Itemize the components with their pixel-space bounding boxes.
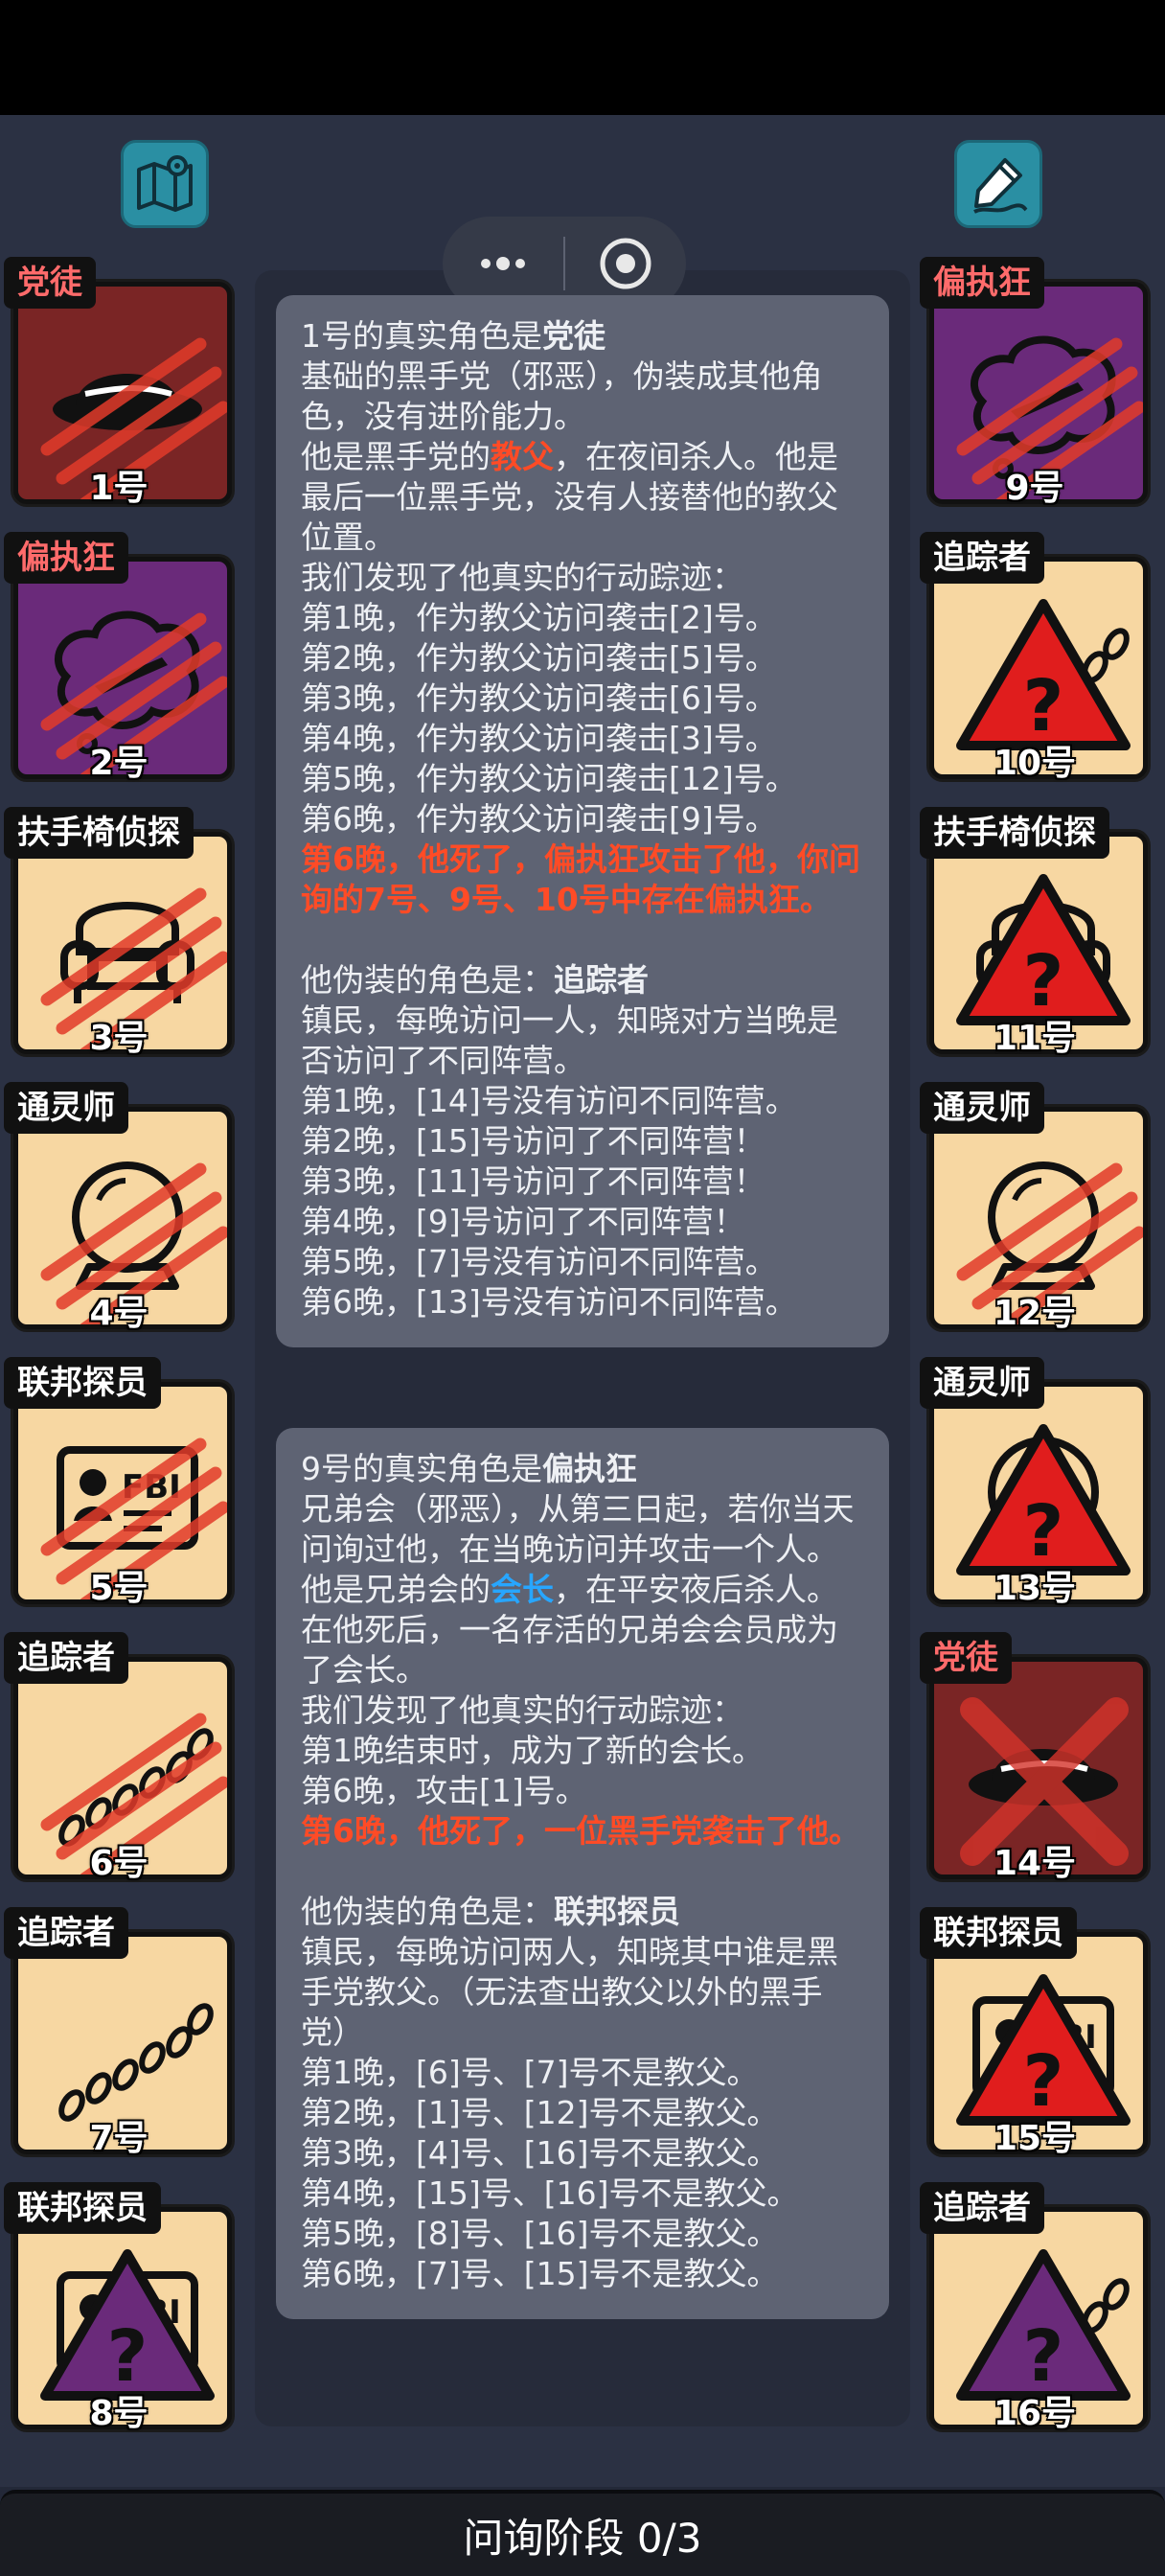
status-bar (0, 0, 1165, 115)
player-number: 5号 (89, 1569, 148, 1608)
target-close-icon (600, 238, 651, 289)
player-card[interactable]: 通灵师 12号 (920, 1082, 1150, 1339)
player-card[interactable]: FBI ?联邦探员15号 (920, 1907, 1150, 2164)
card-title: 1号的真实角色是党徒 (301, 317, 605, 355)
player-card[interactable]: ? 追踪者 16号 (920, 2182, 1150, 2439)
player-number: 10号 (993, 744, 1077, 783)
player-number: 4号 (89, 1294, 148, 1333)
role-tag: 追踪者 (4, 1632, 128, 1684)
role-tag: 追踪者 (920, 532, 1044, 584)
player-number: 9号 (1005, 469, 1064, 508)
role-status: 他是兄弟会的会长，在平安夜后杀人。在他死后，一名存活的兄弟会会员成为了会长。 (301, 1571, 838, 1689)
player-card[interactable]: 追踪者 7号 (4, 1907, 234, 2164)
disguise-description: 镇民，每晚访问两人，知晓其中谁是黑手党教父。（无法查出教父以外的黑手党） (301, 1933, 838, 2051)
track-line: 第6晚，作为教父访问袭击[9]号。 (301, 800, 777, 838)
role-tag: 党徒 (920, 1632, 1012, 1684)
disguise-line: 第4晚，[9]号访问了不同阵营！ (301, 1203, 745, 1240)
player-card[interactable]: 偏执狂 9号 (920, 257, 1150, 514)
player-card[interactable]: FBI ?联邦探员8号 (4, 2182, 234, 2439)
role-tag: 联邦探员 (4, 2182, 161, 2234)
player-card[interactable]: 党徒 1号 (4, 257, 234, 514)
role-tag: 联邦探员 (4, 1357, 161, 1409)
reveal-card-2: 9号的真实角色是偏执狂 兄弟会（邪恶），从第三日起，若你当天问询过他，在当晚访问… (276, 1428, 889, 2319)
map-button[interactable] (121, 140, 209, 228)
disguise-line: 第6晚，[13]号没有访问不同阵营。 (301, 1283, 797, 1321)
player-number: 11号 (993, 1019, 1077, 1058)
disguise-line: 第3晚，[11]号访问了不同阵营！ (301, 1162, 765, 1200)
role-tag: 追踪者 (920, 2182, 1044, 2234)
death-notice: 第6晚，他死了，一位黑手党袭击了他。 (301, 1812, 860, 1850)
role-description: 基础的黑手党（邪恶），伪装成其他角色，没有进阶能力。 (301, 357, 823, 435)
disguise-line: 第5晚，[8]号、[16]号不是教父。 (301, 2215, 779, 2252)
player-number: 6号 (89, 1844, 148, 1883)
player-card[interactable]: 扶手椅侦探 3号 (4, 807, 234, 1064)
disguise-line: 第3晚，[4]号、[16]号不是教父。 (301, 2134, 779, 2172)
player-number: 12号 (993, 1294, 1077, 1333)
death-notice: 第6晚，他死了，偏执狂攻击了他，你问询的7号、9号、10号中存在偏执狂。 (301, 840, 860, 918)
player-card[interactable]: 追踪者 6号 (4, 1632, 234, 1889)
player-card[interactable]: ? 通灵师 13号 (920, 1357, 1150, 1614)
track-intro: 我们发现了他真实的行动踪迹： (301, 1691, 743, 1729)
player-number: 14号 (993, 1844, 1077, 1883)
player-number: 3号 (89, 1019, 148, 1058)
player-number: 15号 (993, 2119, 1077, 2158)
track-line: 第3晚，作为教父访问袭击[6]号。 (301, 679, 777, 717)
player-card[interactable]: 偏执狂 2号 (4, 532, 234, 789)
player-number: 7号 (89, 2119, 148, 2158)
disguise-line: 第1晚，[14]号没有访问不同阵营。 (301, 1082, 797, 1119)
disguise-line: 第2晚，[1]号、[12]号不是教父。 (301, 2094, 779, 2131)
reveal-card-1: 1号的真实角色是党徒 基础的黑手党（邪恶），伪装成其他角色，没有进阶能力。 他是… (276, 295, 889, 1347)
player-card[interactable]: FBI 联邦探员 5号 (4, 1357, 234, 1614)
disguise-line: 第1晚，[6]号、[7]号不是教父。 (301, 2054, 759, 2091)
player-card[interactable]: ? 扶手椅侦探 11号 (920, 807, 1150, 1064)
phase-bar: 问询阶段 0/3 (0, 2490, 1165, 2576)
track-line: 第5晚，作为教父访问袭击[12]号。 (301, 760, 797, 797)
role-tag: 追踪者 (4, 1907, 128, 1959)
role-tag: 扶手椅侦探 (4, 807, 194, 859)
disguise-line: 第2晚，[15]号访问了不同阵营！ (301, 1122, 765, 1160)
role-tag: 党徒 (4, 257, 96, 309)
role-description: 兄弟会（邪恶），从第三日起，若你当天问询过他，在当晚访问并攻击一个人。 (301, 1490, 855, 1568)
role-tag: 通灵师 (4, 1082, 128, 1134)
edit-notes-icon (973, 158, 1028, 214)
role-tag: 扶手椅侦探 (920, 807, 1109, 859)
disguise-line: 第5晚，[7]号没有访问不同阵营。 (301, 1243, 777, 1280)
player-number: 2号 (89, 744, 148, 783)
player-card[interactable]: 党徒 14号 (920, 1632, 1150, 1889)
disguise-line: 第4晚，[15]号、[16]号不是教父。 (301, 2174, 799, 2212)
track-line: 第1晚结束时，成为了新的会长。 (301, 1732, 764, 1769)
role-status: 他是黑手党的教父，在夜间杀人。他是最后一位黑手党，没有人接替他的教父位置。 (301, 438, 838, 556)
role-tag: 通灵师 (920, 1357, 1044, 1409)
role-tag: 通灵师 (920, 1082, 1044, 1134)
card-title: 9号的真实角色是偏执狂 (301, 1450, 637, 1487)
phase-label: 问询阶段 0/3 (463, 2514, 702, 2562)
player-number: 8号 (89, 2394, 148, 2433)
track-line: 第6晚，攻击[1]号。 (301, 1772, 587, 1809)
disguise-description: 镇民，每晚访问一人，知晓对方当晚是否访问了不同阵营。 (301, 1001, 838, 1079)
role-tag: 偏执狂 (920, 257, 1044, 309)
more-dots-icon (481, 257, 525, 270)
notes-button[interactable] (954, 140, 1042, 228)
role-tag: 联邦探员 (920, 1907, 1077, 1959)
player-number: 13号 (993, 1569, 1077, 1608)
map-icon (137, 155, 193, 212)
disguise-title: 他伪装的角色是：联邦探员 (301, 1893, 680, 1930)
track-line: 第2晚，作为教父访问袭击[5]号。 (301, 639, 777, 677)
track-line: 第4晚，作为教父访问袭击[3]号。 (301, 720, 777, 757)
player-card[interactable]: 通灵师 4号 (4, 1082, 234, 1339)
disguise-title: 他伪装的角色是：追踪者 (301, 961, 649, 999)
track-line: 第1晚，作为教父访问袭击[2]号。 (301, 599, 777, 636)
disguise-line: 第6晚，[7]号、[15]号不是教父。 (301, 2255, 779, 2292)
player-number: 16号 (993, 2394, 1077, 2433)
track-intro: 我们发现了他真实的行动踪迹： (301, 559, 743, 596)
role-tag: 偏执狂 (4, 532, 128, 584)
player-number: 1号 (89, 469, 148, 508)
player-card[interactable]: ? 追踪者 10号 (920, 532, 1150, 789)
